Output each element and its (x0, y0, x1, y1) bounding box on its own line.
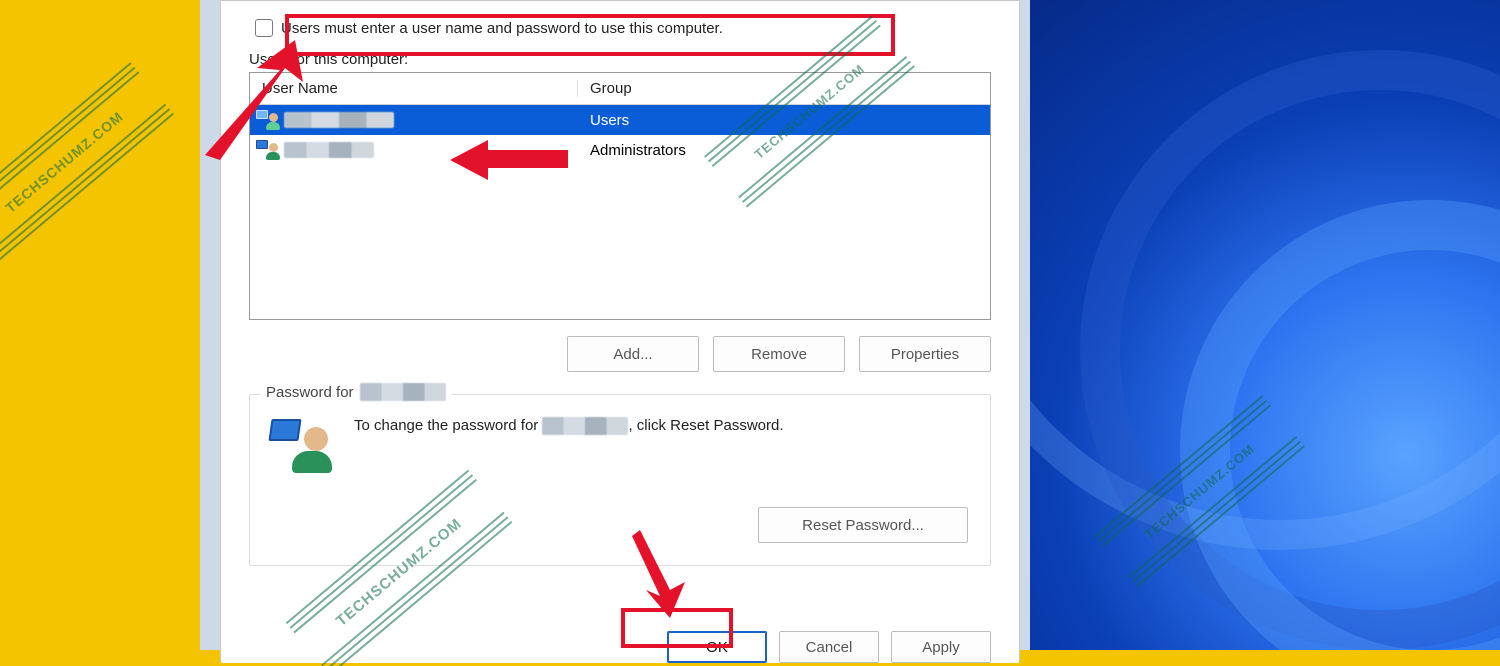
table-row[interactable]: Users (250, 105, 990, 135)
list-buttons: Add... Remove Properties (249, 336, 991, 372)
user-icon (256, 140, 278, 160)
column-header-group[interactable]: Group (578, 80, 990, 97)
password-instruction: To change the password for , click Reset… (354, 417, 968, 435)
group-cell: Users (578, 112, 990, 129)
list-header: User Name Group (250, 73, 990, 105)
ok-button[interactable]: OK (667, 631, 767, 663)
groupbox-title: Password for (260, 383, 452, 401)
desktop-wallpaper (1030, 0, 1500, 650)
users-listview[interactable]: User Name Group Users Administrators (249, 72, 991, 320)
checkbox-icon[interactable] (255, 19, 273, 37)
username-redacted (360, 383, 446, 401)
apply-button[interactable]: Apply (891, 631, 991, 663)
table-row[interactable]: Administrators (250, 135, 990, 165)
user-large-icon (272, 417, 328, 473)
group-title-prefix: Password for (266, 384, 354, 401)
username-redacted (284, 112, 394, 128)
remove-button[interactable]: Remove (713, 336, 845, 372)
cancel-button[interactable]: Cancel (779, 631, 879, 663)
pw-text-after: , click Reset Password. (628, 417, 783, 434)
username-redacted (284, 142, 374, 158)
dialog-buttons: OK Cancel Apply (221, 631, 1019, 663)
pw-text-before: To change the password for (354, 417, 538, 434)
require-login-label: Users must enter a user name and passwor… (281, 20, 723, 37)
page-bg-left (0, 0, 200, 650)
user-icon (256, 110, 278, 130)
add-button[interactable]: Add... (567, 336, 699, 372)
column-header-username[interactable]: User Name (250, 80, 578, 97)
users-list-label: Users for this computer: (249, 51, 991, 68)
properties-button[interactable]: Properties (859, 336, 991, 372)
reset-password-button[interactable]: Reset Password... (758, 507, 968, 543)
username-redacted (542, 417, 628, 435)
password-groupbox: Password for To change the password for … (249, 394, 991, 566)
require-login-checkbox-row[interactable]: Users must enter a user name and passwor… (255, 19, 991, 37)
user-accounts-dialog: Users must enter a user name and passwor… (220, 0, 1020, 660)
group-cell: Administrators (578, 142, 990, 159)
